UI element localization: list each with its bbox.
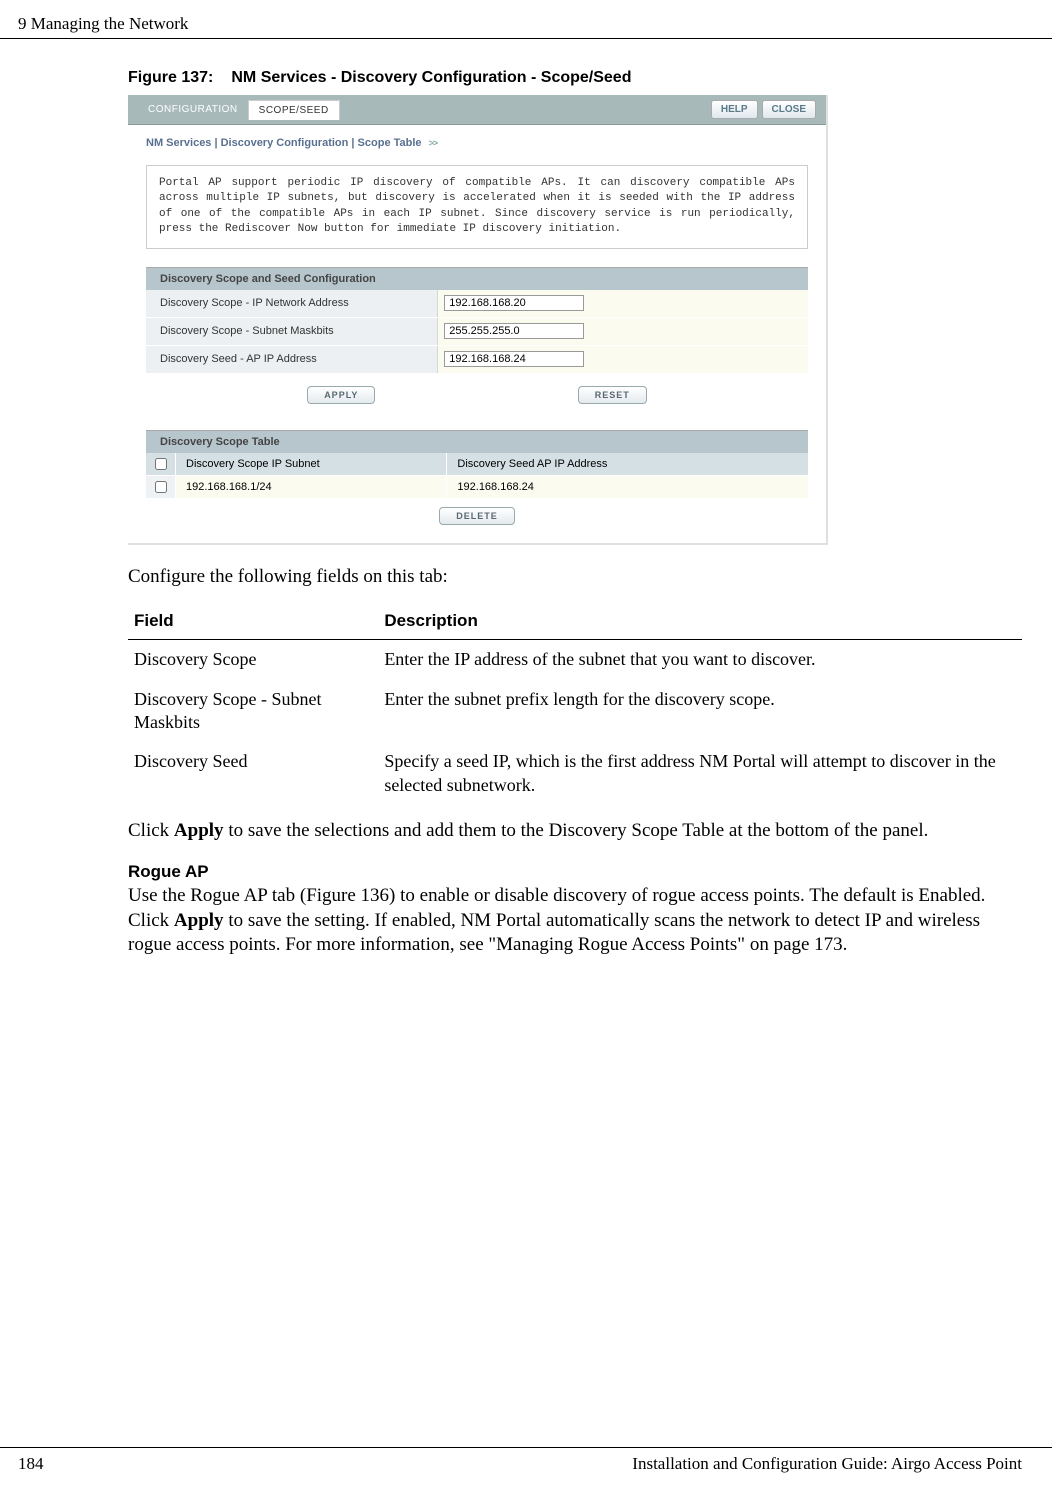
figure-number: Figure 137: xyxy=(128,69,213,86)
td-field: Discovery Scope - Subnet Maskbits xyxy=(128,680,378,743)
breadcrumb: NM Services | Discovery Configuration | … xyxy=(128,125,826,159)
checkbox-select-all[interactable] xyxy=(155,458,167,470)
form-row-subnet-maskbits: Discovery Scope - Subnet Maskbits xyxy=(146,318,808,346)
rogue-ap-paragraph: Use the Rogue AP tab (Figure 136) to ena… xyxy=(128,884,1022,958)
breadcrumb-text: NM Services | Discovery Configuration | … xyxy=(146,137,422,149)
td-description: Enter the subnet prefix length for the d… xyxy=(378,680,1022,743)
apply-paragraph: Click Apply to save the selections and a… xyxy=(128,819,1022,844)
header-chapter: 9 Managing the Network xyxy=(18,14,188,34)
label-ip-network: Discovery Scope - IP Network Address xyxy=(146,297,437,309)
tab-bar: CONFIGURATION SCOPE/SEED HELP CLOSE xyxy=(128,95,826,125)
apply-button[interactable]: APPLY xyxy=(307,386,375,404)
info-box: Portal AP support periodic IP discovery … xyxy=(146,165,808,249)
input-subnet-maskbits[interactable] xyxy=(444,323,584,339)
figure-caption: NM Services - Discovery Configuration - … xyxy=(231,69,631,86)
tab-configuration[interactable]: CONFIGURATION xyxy=(138,100,248,119)
page-number: 184 xyxy=(18,1454,44,1474)
table-row: 192.168.168.1/24 192.168.168.24 xyxy=(146,476,808,498)
tab-scope-seed[interactable]: SCOPE/SEED xyxy=(248,100,340,120)
section-scope-table: Discovery Scope Table xyxy=(146,430,808,453)
intro-text: Configure the following fields on this t… xyxy=(128,565,1022,590)
figure-title: Figure 137: NM Services - Discovery Confi… xyxy=(128,69,1022,87)
table-header-row: Discovery Scope IP Subnet Discovery Seed… xyxy=(146,453,808,476)
form-row-seed-ip: Discovery Seed - AP IP Address xyxy=(146,346,808,374)
reset-button[interactable]: RESET xyxy=(578,386,647,404)
close-button[interactable]: CLOSE xyxy=(762,100,816,119)
td-description: Enter the IP address of the subnet that … xyxy=(378,640,1022,680)
apply-reset-row: APPLY RESET xyxy=(146,382,808,408)
breadcrumb-arrows-icon: >> xyxy=(429,138,438,148)
checkbox-row[interactable] xyxy=(155,481,167,493)
td-description: Specify a seed IP, which is the first ad… xyxy=(378,742,1022,805)
footer-title: Installation and Configuration Guide: Ai… xyxy=(632,1454,1022,1474)
help-button[interactable]: HELP xyxy=(711,100,758,119)
label-subnet-maskbits: Discovery Scope - Subnet Maskbits xyxy=(146,325,437,337)
label-seed-ip: Discovery Seed - AP IP Address xyxy=(146,353,437,365)
input-seed-ip[interactable] xyxy=(444,351,584,367)
th-scope-subnet: Discovery Scope IP Subnet xyxy=(176,453,447,475)
description-table: Field Description Discovery Scope Enter … xyxy=(128,603,1022,805)
td-field: Discovery Seed xyxy=(128,742,378,805)
td-scope-subnet: 192.168.168.1/24 xyxy=(176,476,447,498)
form-row-ip-network: Discovery Scope - IP Network Address xyxy=(146,290,808,318)
th-field: Field xyxy=(128,603,378,640)
th-seed-ip: Discovery Seed AP IP Address xyxy=(447,453,808,475)
section-scope-seed-config: Discovery Scope and Seed Configuration xyxy=(146,267,808,290)
td-field: Discovery Scope xyxy=(128,640,378,680)
th-description: Description xyxy=(378,603,1022,640)
input-ip-network[interactable] xyxy=(444,295,584,311)
delete-button[interactable]: DELETE xyxy=(439,507,515,525)
td-seed-ip: 192.168.168.24 xyxy=(447,476,808,498)
screenshot-panel: CONFIGURATION SCOPE/SEED HELP CLOSE NM S… xyxy=(128,95,828,545)
rogue-ap-heading: Rogue AP xyxy=(128,862,1022,882)
